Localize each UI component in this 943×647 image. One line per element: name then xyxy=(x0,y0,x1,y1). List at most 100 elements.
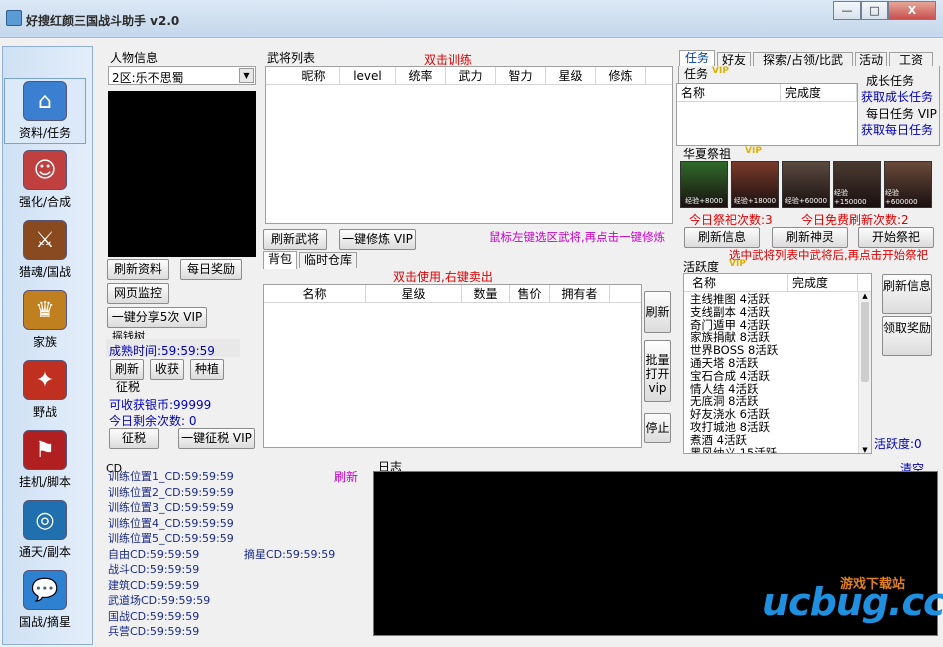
nav-item-4[interactable]: ✦ 野战 xyxy=(4,358,86,424)
bag-col-header[interactable]: 星级 xyxy=(366,285,462,302)
batch-open-button[interactable]: 批量打开vip xyxy=(644,340,671,402)
tasks-col-name: 名称 xyxy=(677,84,781,101)
web-monitor-button[interactable]: 网页监控 xyxy=(107,283,169,304)
train-all-button[interactable]: 一键修炼 VIP xyxy=(339,229,416,250)
nav-item-7[interactable]: 💬 国战/摘星 xyxy=(4,568,86,634)
tax-title: 征税 xyxy=(116,380,141,394)
auto-tax-button[interactable]: 一键征税 VIP xyxy=(178,428,255,449)
refresh-profile-button[interactable]: 刷新资料 xyxy=(107,259,169,280)
tab-bag[interactable]: 背包 xyxy=(263,251,297,269)
refresh-spirit-button[interactable]: 刷新神灵 xyxy=(772,227,848,248)
avatar-display xyxy=(108,91,256,257)
cd-line: 建筑CD:59:59:59 xyxy=(108,578,200,592)
bag-col-header[interactable]: 售价 xyxy=(510,285,550,302)
nav-item-3[interactable]: ♛ 家族 xyxy=(4,288,86,354)
start-sacrifice-button[interactable]: 开始祭祀 xyxy=(858,227,934,248)
cd-line: 训练位置3_CD:59:59:59 xyxy=(108,501,234,514)
nav-item-label: 国战/摘星 xyxy=(18,615,72,629)
tab-temp-storage[interactable]: 临时仓库 xyxy=(299,252,357,268)
scroll-down-icon[interactable]: ▼ xyxy=(859,446,871,453)
bag-table[interactable]: 名称 星级 数量 售价 拥有者 xyxy=(263,284,642,448)
nav-item-1[interactable]: ☺ 强化/合成 xyxy=(4,148,86,214)
share-button[interactable]: 一键分享5次 VIP xyxy=(107,307,207,328)
chevron-down-icon[interactable]: ▼ xyxy=(239,68,254,83)
scroll-up-icon[interactable]: ▲ xyxy=(859,292,871,300)
tax-button[interactable]: 征税 xyxy=(109,428,159,449)
claim-reward-button[interactable]: 领取奖励 xyxy=(882,316,932,356)
cd-refresh-link[interactable]: 刷新 xyxy=(334,468,358,485)
generals-col-header[interactable]: 智力 xyxy=(496,67,546,84)
money-tree-refresh-button[interactable]: 刷新 xyxy=(110,359,144,380)
scroll-thumb[interactable] xyxy=(861,302,869,382)
window-title: 好搜红颜三国战斗助手 v2.0 xyxy=(26,14,180,28)
activity-score: 活跃度:0 xyxy=(874,437,922,451)
get-growth-task-link[interactable]: 获取成长任务 xyxy=(861,88,933,105)
tasks-col-progress: 完成度 xyxy=(781,84,857,101)
nav-item-5[interactable]: ⚑ 挂机/脚本 xyxy=(4,428,86,494)
list-item[interactable]: 支线副本 4活跃 xyxy=(690,305,871,319)
server-select[interactable]: 2区:乐不思蜀 ▼ xyxy=(108,66,256,85)
cd-line: 武道场CD:59:59:59 xyxy=(108,594,211,607)
refresh-generals-button[interactable]: 刷新武将 xyxy=(263,229,327,250)
list-item[interactable]: 黑风纳义 15活跃 xyxy=(690,446,871,453)
nav-item-label: 挂机/脚本 xyxy=(18,475,72,489)
generals-table-header: 昵称 level 统率 武力 智力 星级 修炼 xyxy=(266,67,672,85)
list-item[interactable]: 主线推图 4活跃 xyxy=(690,293,871,306)
free-refresh-count: 今日免费刷新次数:2 xyxy=(801,213,909,227)
refresh-info-button[interactable]: 刷新信息 xyxy=(684,227,760,248)
bag-col-header[interactable]: 拥有者 xyxy=(550,285,610,302)
tasks-table[interactable]: 名称 完成度 xyxy=(676,83,858,146)
watermark-subtitle: 游戏下载站 xyxy=(840,577,906,592)
list-item[interactable]: 通天塔 8活跃 xyxy=(690,357,871,370)
nav-item-label: 通天/副本 xyxy=(18,545,72,559)
generals-col-header[interactable]: 昵称 xyxy=(266,67,340,84)
close-button[interactable]: X xyxy=(888,1,936,20)
cd-line: 兵营CD:59:59:59 xyxy=(108,625,200,638)
activity-scrollbar[interactable]: ▲ ▼ xyxy=(858,292,871,453)
generals-col-header[interactable]: 星级 xyxy=(546,67,596,84)
daily-reward-button[interactable]: 每日奖励 xyxy=(180,259,242,280)
generals-col-header[interactable]: 修炼 xyxy=(596,67,646,84)
hero-portrait[interactable]: 经验+8000 xyxy=(680,161,728,208)
hero-portrait[interactable]: 经验+150000 xyxy=(833,161,881,208)
get-daily-task-link[interactable]: 获取每日任务 xyxy=(861,121,933,138)
minimize-button[interactable]: — xyxy=(833,1,861,20)
bag-refresh-button[interactable]: 刷新 xyxy=(644,291,671,333)
activity-refresh-button[interactable]: 刷新信息 xyxy=(882,274,932,314)
nav-item-label: 猎魂/国战 xyxy=(18,265,72,279)
restore-button[interactable]: □ xyxy=(861,1,888,20)
list-item[interactable]: 煮酒 4活跃 xyxy=(690,433,871,447)
hero-portrait[interactable]: 经验+600000 xyxy=(884,161,932,208)
bag-col-header[interactable]: 数量 xyxy=(462,285,510,302)
sacrifice-title: 华夏祭祖 xyxy=(683,147,732,161)
stop-button[interactable]: 停止 xyxy=(644,413,671,443)
generals-col-header[interactable]: level xyxy=(340,67,396,84)
daily-task-title: 每日任务 VIP xyxy=(866,107,937,121)
generals-table[interactable]: 昵称 level 统率 武力 智力 星级 修炼 xyxy=(265,66,673,224)
bag-hint: 双击使用,右键卖出 xyxy=(393,270,493,284)
cd-line: 训练位置5_CD:59:59:59 xyxy=(108,532,234,545)
chat-bubble-icon: 💬 xyxy=(23,570,67,610)
list-item[interactable]: 攻打城池 8活跃 xyxy=(690,421,871,434)
generals-col-header[interactable]: 武力 xyxy=(446,67,496,84)
hero-cost-label: 经验+600000 xyxy=(885,189,918,206)
generals-col-header[interactable]: 统率 xyxy=(396,67,446,84)
plant-button[interactable]: 种植 xyxy=(190,359,224,380)
hero-portrait[interactable]: 经验+60000 xyxy=(782,161,830,208)
activity-list[interactable]: 名称 完成度 主线推图 4活跃 支线副本 4活跃 奇门遁甲 4活跃 家族捐献 8活跃世… xyxy=(683,273,872,454)
nav-item-2[interactable]: ⚔ 猎魂/国战 xyxy=(4,218,86,284)
nav-item-label: 家族 xyxy=(32,335,57,349)
bag-col-header[interactable]: 名称 xyxy=(264,285,366,302)
generals-title: 武将列表 xyxy=(267,51,316,65)
harvest-button[interactable]: 收获 xyxy=(150,359,184,380)
silver-label: 可收获银币:99999 xyxy=(109,398,212,412)
nav-item-0[interactable]: ⌂ 资料/任务 xyxy=(4,78,86,144)
hero-cost-label: 经验+18000 xyxy=(733,197,777,205)
list-item[interactable]: 宝石合成 4活跃 xyxy=(690,369,871,383)
title-bar: 好搜红颜三国战斗助手 v2.0 — □ X xyxy=(0,0,943,38)
nav-item-6[interactable]: ◎ 通天/副本 xyxy=(4,498,86,564)
cd-line: 训练位置1_CD:59:59:59 xyxy=(108,470,234,483)
hero-portrait[interactable]: 经验+18000 xyxy=(731,161,779,208)
cd-line: 国战CD:59:59:59 xyxy=(108,609,200,623)
family-icon: ♛ xyxy=(23,290,67,330)
